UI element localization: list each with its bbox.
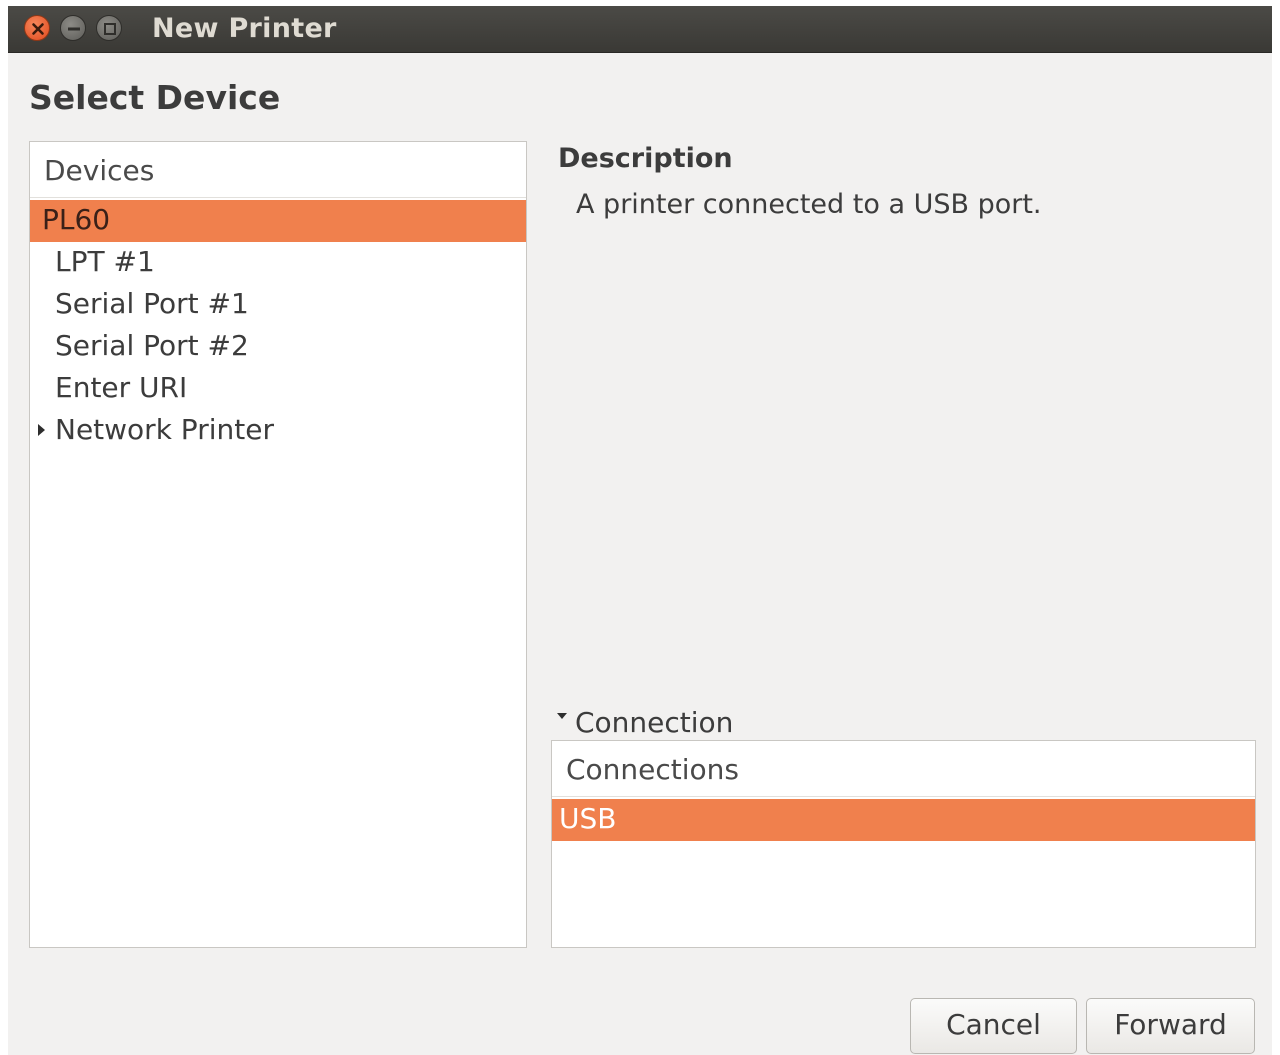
maximize-icon[interactable]: [96, 15, 122, 41]
device-item-label: PL60: [42, 203, 111, 236]
connections-column-header[interactable]: Connections: [552, 741, 1255, 797]
minimize-icon[interactable]: [60, 15, 86, 41]
new-printer-window: New Printer Select Device Devices PL60 L…: [8, 6, 1272, 1055]
close-icon[interactable]: [24, 15, 50, 41]
window-title: New Printer: [152, 13, 337, 44]
devices-list[interactable]: Devices PL60 LPT #1 Serial Port #1 Seria…: [29, 141, 527, 948]
devices-header-label: Devices: [44, 154, 155, 187]
cancel-button[interactable]: Cancel: [910, 998, 1077, 1054]
connection-item-usb[interactable]: USB: [552, 799, 1255, 841]
connection-expander[interactable]: Connection: [557, 706, 733, 739]
devices-column-header[interactable]: Devices: [30, 142, 526, 198]
expand-arrow-icon[interactable]: [38, 424, 45, 436]
collapse-arrow-icon: [557, 713, 567, 719]
description-text: A printer connected to a USB port.: [576, 189, 1042, 220]
page-title: Select Device: [29, 78, 281, 117]
title-bar[interactable]: New Printer: [8, 6, 1272, 53]
device-item-label: LPT #1: [55, 245, 155, 278]
device-item-serial-port-2[interactable]: Serial Port #2: [30, 326, 526, 368]
description-title: Description: [558, 143, 733, 174]
connection-expander-label: Connection: [575, 706, 734, 739]
connections-header-label: Connections: [566, 753, 740, 786]
forward-button[interactable]: Forward: [1086, 998, 1255, 1054]
device-item-serial-port-1[interactable]: Serial Port #1: [30, 284, 526, 326]
device-item-enter-uri[interactable]: Enter URI: [30, 368, 526, 410]
device-item-lpt1[interactable]: LPT #1: [30, 242, 526, 284]
connections-list[interactable]: Connections USB: [551, 740, 1256, 948]
connection-item-label: USB: [559, 802, 617, 835]
device-item-label: Network Printer: [55, 413, 274, 446]
device-item-network-printer[interactable]: Network Printer: [30, 410, 526, 452]
device-item-label: Enter URI: [55, 371, 188, 404]
device-item-label: Serial Port #1: [55, 287, 249, 320]
device-item-pl60[interactable]: PL60: [30, 200, 526, 242]
device-item-label: Serial Port #2: [55, 329, 249, 362]
